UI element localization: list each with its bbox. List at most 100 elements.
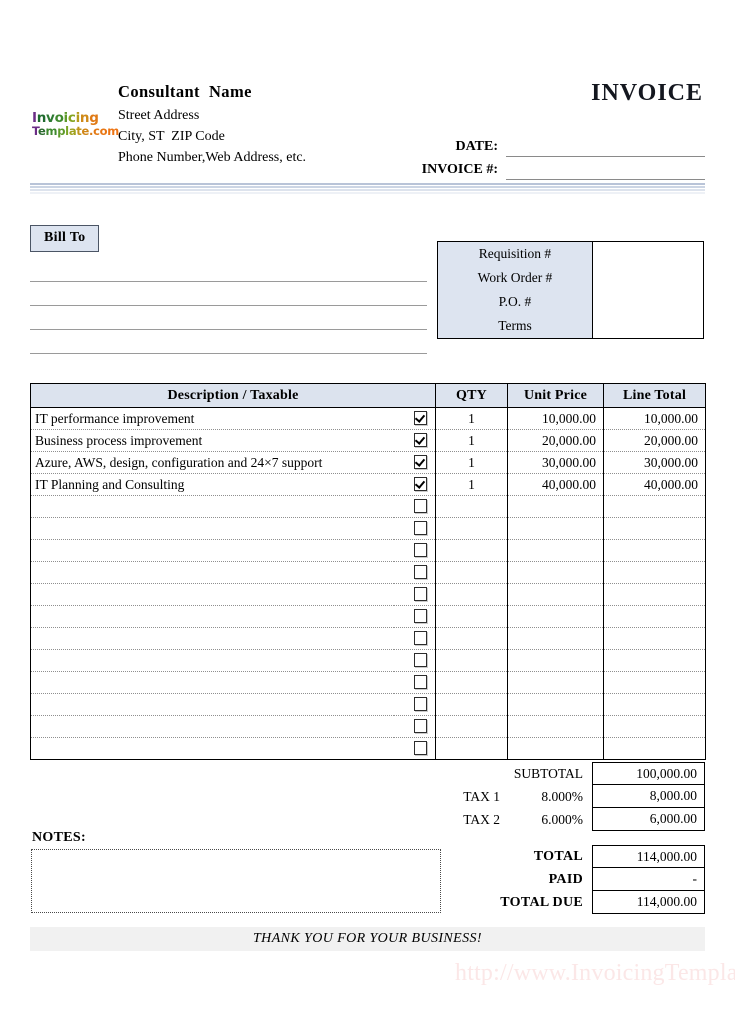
cell-qty[interactable] <box>435 671 508 694</box>
table-row <box>30 583 706 606</box>
cell-line-total: 40,000.00 <box>603 473 706 496</box>
notes-input[interactable] <box>31 849 441 913</box>
taxable-checkbox[interactable] <box>393 649 436 672</box>
cell-unit-price[interactable] <box>507 539 604 562</box>
cell-description[interactable] <box>30 539 394 562</box>
header-divider <box>30 183 705 194</box>
cell-description[interactable] <box>30 737 394 760</box>
cell-description[interactable] <box>30 561 394 584</box>
cell-unit-price[interactable] <box>507 517 604 540</box>
taxable-checkbox[interactable] <box>393 517 436 540</box>
cell-qty[interactable] <box>435 583 508 606</box>
cell-unit-price[interactable]: 20,000.00 <box>507 429 604 452</box>
requisition-box: Requisition # Work Order # P.O. # Terms <box>437 241 704 339</box>
cell-qty[interactable] <box>435 495 508 518</box>
invoice-number-input[interactable] <box>506 161 705 180</box>
cell-description[interactable] <box>30 715 394 738</box>
cell-qty[interactable]: 1 <box>435 429 508 452</box>
cell-unit-price[interactable] <box>507 561 604 584</box>
table-row <box>30 671 706 694</box>
taxable-checkbox[interactable] <box>393 407 436 430</box>
cell-unit-price[interactable] <box>507 495 604 518</box>
taxable-checkbox[interactable] <box>393 583 436 606</box>
taxable-checkbox[interactable] <box>393 429 436 452</box>
cell-unit-price[interactable] <box>507 627 604 650</box>
cell-description[interactable] <box>30 627 394 650</box>
taxable-checkbox[interactable] <box>393 539 436 562</box>
cell-unit-price[interactable]: 10,000.00 <box>507 407 604 430</box>
cell-qty[interactable]: 1 <box>435 407 508 430</box>
cell-qty[interactable] <box>435 605 508 628</box>
cell-qty[interactable] <box>435 561 508 584</box>
cell-qty[interactable] <box>435 539 508 562</box>
taxable-checkbox[interactable] <box>393 715 436 738</box>
paid-row: PAID - <box>427 868 705 891</box>
total-value: 114,000.00 <box>592 845 705 868</box>
taxable-checkbox[interactable] <box>393 737 436 760</box>
taxable-checkbox[interactable] <box>393 627 436 650</box>
date-label: DATE: <box>455 139 498 154</box>
bill-to-input-3[interactable] <box>30 306 427 330</box>
cell-description[interactable]: IT Planning and Consulting <box>30 473 394 496</box>
cell-qty[interactable] <box>435 649 508 672</box>
cell-qty[interactable] <box>435 627 508 650</box>
cell-unit-price[interactable] <box>507 715 604 738</box>
cell-unit-price[interactable] <box>507 583 604 606</box>
column-header-description: Description / Taxable <box>30 383 436 408</box>
requisition-values[interactable] <box>593 242 703 338</box>
company-block: Consultant Name Street Address City, ST … <box>118 82 448 171</box>
cell-qty[interactable] <box>435 715 508 738</box>
cell-line-total: 20,000.00 <box>603 429 706 452</box>
checkbox-unchecked-icon <box>414 498 427 513</box>
checkbox-unchecked-icon <box>414 740 427 755</box>
taxable-checkbox[interactable] <box>393 561 436 584</box>
taxable-checkbox[interactable] <box>393 473 436 496</box>
checkbox-unchecked-icon <box>414 652 427 667</box>
cell-unit-price[interactable] <box>507 693 604 716</box>
cell-unit-price[interactable]: 30,000.00 <box>507 451 604 474</box>
bill-to-input-2[interactable] <box>30 282 427 306</box>
total-row: TOTAL 114,000.00 <box>427 845 705 868</box>
cell-unit-price[interactable] <box>507 737 604 760</box>
bill-to-label: Bill To <box>30 225 100 252</box>
tax1-label: TAX 1 <box>463 789 500 804</box>
cell-qty[interactable] <box>435 693 508 716</box>
cell-description[interactable] <box>30 671 394 694</box>
taxable-checkbox[interactable] <box>393 605 436 628</box>
tax1-rate[interactable]: 8.000% <box>509 785 592 808</box>
date-input[interactable] <box>506 138 705 157</box>
cell-qty[interactable]: 1 <box>435 451 508 474</box>
company-address-line-1: Street Address <box>118 108 200 123</box>
cell-description[interactable] <box>30 517 394 540</box>
table-row <box>30 649 706 672</box>
cell-qty[interactable] <box>435 737 508 760</box>
cell-description[interactable]: Business process improvement <box>30 429 394 452</box>
cell-unit-price[interactable] <box>507 649 604 672</box>
cell-line-total <box>603 649 706 672</box>
notes-label: NOTES: <box>32 830 86 845</box>
paid-value[interactable]: - <box>592 868 705 891</box>
cell-description[interactable] <box>30 605 394 628</box>
cell-unit-price[interactable] <box>507 605 604 628</box>
taxable-checkbox[interactable] <box>393 451 436 474</box>
tax2-rate[interactable]: 6.000% <box>509 808 592 831</box>
taxable-checkbox[interactable] <box>393 495 436 518</box>
cell-unit-price[interactable]: 40,000.00 <box>507 473 604 496</box>
cell-description[interactable]: Azure, AWS, design, configuration and 24… <box>30 451 394 474</box>
cell-description[interactable] <box>30 495 394 518</box>
cell-description[interactable] <box>30 583 394 606</box>
cell-qty[interactable] <box>435 517 508 540</box>
requisition-labels: Requisition # Work Order # P.O. # Terms <box>438 242 593 338</box>
bill-to-input-1[interactable] <box>30 258 427 282</box>
taxable-checkbox[interactable] <box>393 671 436 694</box>
cell-qty[interactable]: 1 <box>435 473 508 496</box>
subtotal-row: SUBTOTAL 100,000.00 <box>427 762 705 785</box>
total-due-value: 114,000.00 <box>592 891 705 914</box>
cell-description[interactable] <box>30 649 394 672</box>
cell-description[interactable]: IT performance improvement <box>30 407 394 430</box>
tax1-value: 8,000.00 <box>592 785 705 808</box>
bill-to-input-4[interactable] <box>30 330 427 354</box>
cell-unit-price[interactable] <box>507 671 604 694</box>
taxable-checkbox[interactable] <box>393 693 436 716</box>
cell-description[interactable] <box>30 693 394 716</box>
